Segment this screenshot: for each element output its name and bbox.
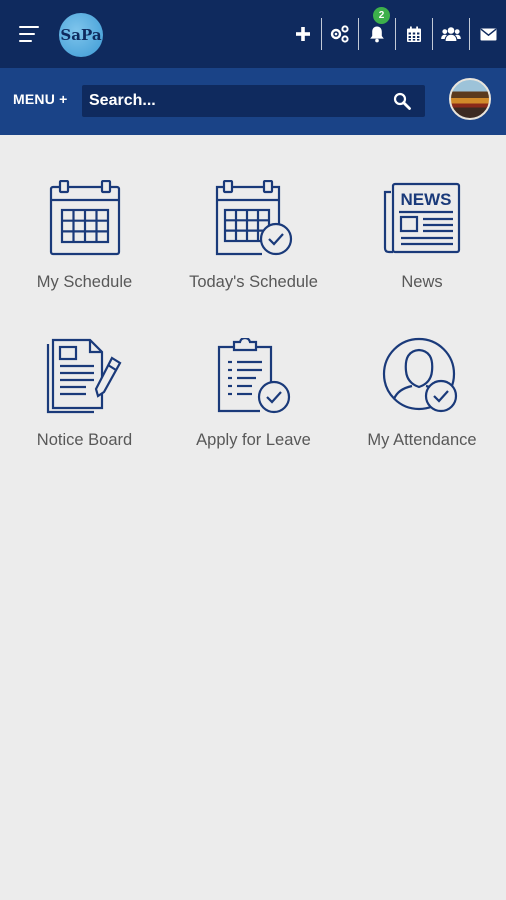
search-box bbox=[82, 85, 425, 117]
tile-apply-for-leave[interactable]: Apply for Leave bbox=[169, 333, 338, 450]
mail-icon bbox=[480, 28, 496, 40]
logo-text: SaPa bbox=[60, 26, 102, 44]
user-avatar[interactable] bbox=[449, 78, 491, 120]
calendar-grid-icon bbox=[49, 180, 120, 256]
dashboard-grid: My Schedule Today's Schedule NEWS News N… bbox=[0, 175, 506, 450]
tile-notice-board[interactable]: Notice Board bbox=[0, 333, 169, 450]
clipboard-check-icon bbox=[217, 338, 290, 414]
menu-button[interactable]: MENU + bbox=[13, 91, 68, 107]
tile-label: News bbox=[401, 273, 443, 291]
app-header: SaPa 2 bbox=[0, 0, 506, 68]
share-settings-icon bbox=[330, 25, 349, 43]
groups-button[interactable] bbox=[432, 18, 469, 50]
notifications-button[interactable]: 2 bbox=[358, 7, 395, 50]
add-button[interactable] bbox=[284, 18, 321, 50]
hamburger-menu-icon[interactable] bbox=[19, 26, 39, 42]
notification-badge: 2 bbox=[373, 7, 390, 24]
tile-label: Today's Schedule bbox=[189, 273, 318, 291]
calendar-icon bbox=[407, 26, 421, 42]
share-settings-button[interactable] bbox=[321, 18, 358, 50]
user-check-icon bbox=[382, 337, 458, 413]
tile-my-schedule[interactable]: My Schedule bbox=[0, 175, 169, 292]
app-logo[interactable]: SaPa bbox=[59, 13, 103, 57]
search-input[interactable] bbox=[89, 85, 379, 117]
newspaper-icon: NEWS bbox=[383, 182, 461, 254]
tile-label: Apply for Leave bbox=[196, 431, 311, 449]
messages-button[interactable] bbox=[469, 18, 506, 50]
calendar-button[interactable] bbox=[395, 18, 432, 50]
users-icon bbox=[441, 27, 461, 41]
notice-board-icon bbox=[46, 338, 121, 414]
header-actions: 2 bbox=[284, 0, 506, 68]
bell-icon bbox=[370, 26, 384, 43]
search-icon[interactable] bbox=[393, 92, 411, 110]
search-bar: MENU + bbox=[0, 68, 506, 135]
tile-label: Notice Board bbox=[36, 431, 133, 449]
tile-my-attendance[interactable]: My Attendance bbox=[338, 333, 506, 450]
plus-icon bbox=[295, 27, 310, 41]
tile-label: My Schedule bbox=[36, 273, 133, 291]
tile-label: My Attendance bbox=[367, 431, 477, 449]
tile-todays-schedule[interactable]: Today's Schedule bbox=[169, 175, 338, 292]
svg-text:NEWS: NEWS bbox=[401, 190, 452, 209]
calendar-check-icon bbox=[215, 180, 292, 256]
tile-news[interactable]: NEWS News bbox=[338, 175, 506, 292]
